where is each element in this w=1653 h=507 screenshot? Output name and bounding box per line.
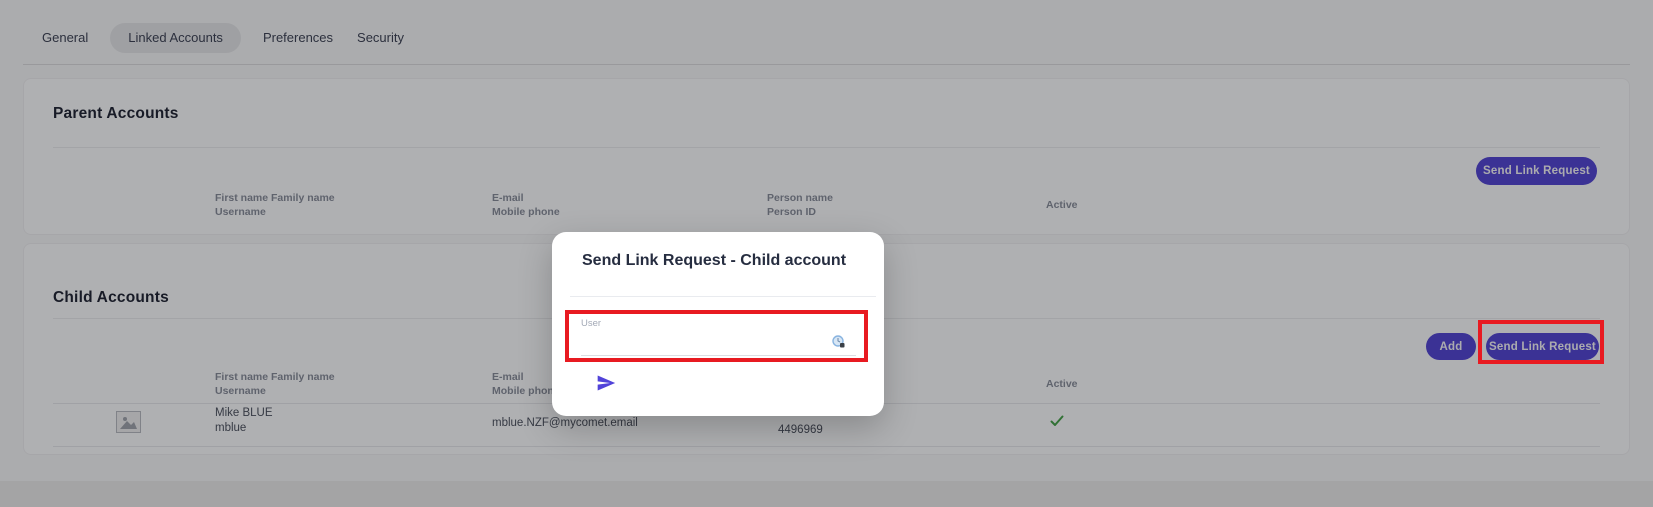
send-icon[interactable] xyxy=(596,373,616,393)
settings-page: General Linked Accounts Preferences Secu… xyxy=(0,0,1653,507)
annotation-red-box-send-button xyxy=(1478,320,1604,364)
send-link-request-dialog: Send Link Request - Child account User xyxy=(552,232,884,416)
annotation-red-box-user-input xyxy=(565,310,868,362)
divider xyxy=(570,296,876,297)
dialog-title: Send Link Request - Child account xyxy=(582,252,846,270)
